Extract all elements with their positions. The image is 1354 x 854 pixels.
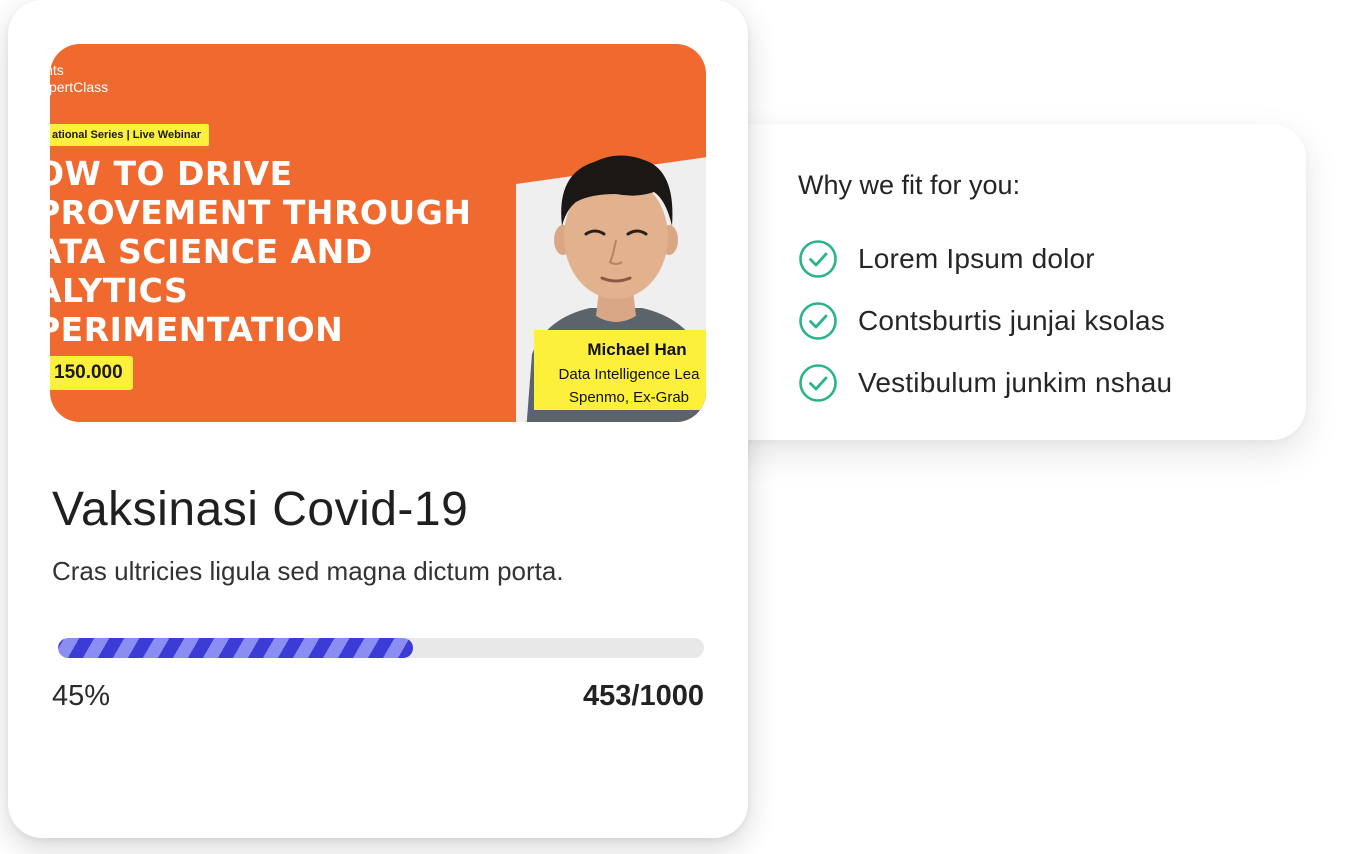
progress-percent: 45% (52, 680, 111, 712)
progress-count: 453/1000 (583, 680, 704, 712)
webinar-banner-image[interactable]: ints xpertClass ational Series | Live We… (50, 44, 706, 422)
brand-logo: ints xpertClass (50, 62, 108, 96)
price-tag: 150.000 (50, 356, 133, 390)
card-title[interactable]: Vaksinasi Covid-19 (52, 482, 468, 537)
benefits-card: Why we fit for you: Lorem Ipsum dolor Co… (700, 124, 1306, 440)
check-circle-icon (799, 240, 837, 278)
brand-line-1: ints (50, 62, 64, 78)
series-tag: ational Series | Live Webinar (50, 124, 209, 146)
progress-bar-fill (58, 638, 414, 658)
speaker-caption: Michael Han Data Intelligence Lea Spenmo… (534, 330, 706, 410)
benefit-item: Lorem Ipsum dolor (798, 228, 1172, 290)
headline-line: OW TO DRIVE (50, 154, 293, 193)
benefits-title: Why we fit for you: (798, 170, 1021, 200)
brand-line-2: xpertClass (50, 79, 109, 95)
campaign-card[interactable]: ints xpertClass ational Series | Live We… (8, 0, 748, 838)
headline-line: ATA SCIENCE AND (50, 232, 373, 271)
benefit-item: Vestibulum junkim nshau (798, 352, 1172, 414)
check-circle-icon (799, 302, 837, 340)
stage: Why we fit for you: Lorem Ipsum dolor Co… (0, 0, 1354, 854)
card-description: Cras ultricies ligula sed magna dictum p… (52, 556, 564, 586)
speaker-role: Spenmo, Ex-Grab (568, 389, 690, 406)
headline-line: ALYTICS (50, 271, 189, 310)
check-circle-icon (799, 364, 837, 402)
benefit-label: Vestibulum junkim nshau (858, 367, 1173, 398)
benefit-label: Lorem Ipsum dolor (858, 243, 1095, 274)
speaker-name: Michael Han (587, 340, 687, 359)
headline-line: PERIMENTATION (50, 310, 344, 349)
progress-bar (58, 638, 704, 658)
benefit-item: Contsburtis junjai ksolas (798, 290, 1172, 352)
headline-line: PROVEMENT THROUGH (50, 193, 472, 232)
banner-headline: OW TO DRIVE PROVEMENT THROUGH ATA SCIENC… (50, 154, 471, 349)
speaker-role: Data Intelligence Lea (558, 366, 700, 383)
benefits-list: Lorem Ipsum dolor Contsburtis junjai kso… (798, 228, 1172, 414)
benefit-label: Contsburtis junjai ksolas (858, 305, 1165, 336)
